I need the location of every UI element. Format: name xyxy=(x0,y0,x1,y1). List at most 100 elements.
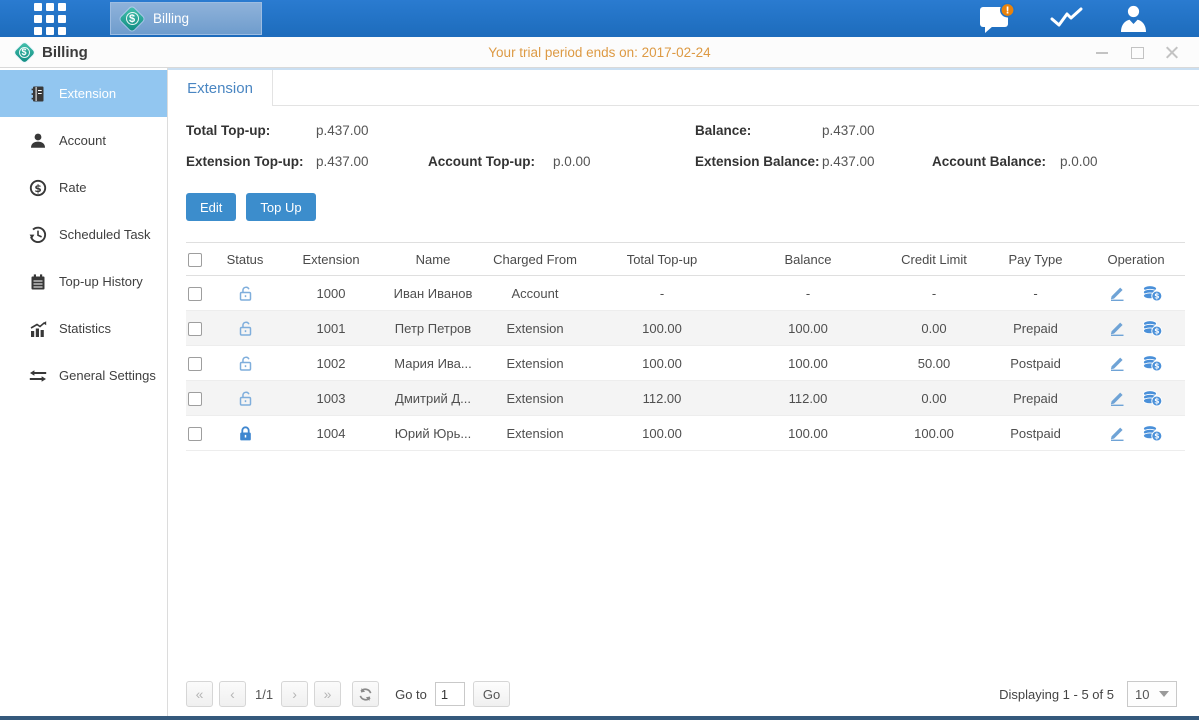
person-icon xyxy=(29,132,47,150)
cell-name: Дмитрий Д... xyxy=(388,381,478,416)
clock-history-icon xyxy=(29,226,47,244)
row-checkbox[interactable] xyxy=(188,427,202,441)
table-row: 1002Мария Ива...Extension100.00100.0050.… xyxy=(186,346,1185,381)
ledger-icon xyxy=(29,273,47,291)
billing-app-window: $ Billing ! xyxy=(0,0,1199,720)
window-titlebar: $ Billing Your trial period ends on: 201… xyxy=(0,37,1199,68)
total-topup-value: p.437.00 xyxy=(316,123,369,138)
topup-coins-icon[interactable]: $ xyxy=(1142,390,1163,407)
col-header-name: Name xyxy=(388,243,478,276)
first-page-button[interactable]: « xyxy=(186,681,213,707)
edit-icon[interactable] xyxy=(1109,355,1126,371)
cell-charged-from: Extension xyxy=(478,381,592,416)
extension-balance-label: Extension Balance: xyxy=(695,154,822,169)
status-unlocked-icon xyxy=(237,285,254,302)
tab-label: Extension xyxy=(187,80,253,97)
refresh-icon[interactable] xyxy=(352,681,379,707)
contacts-book-icon xyxy=(29,85,47,103)
topup-coins-icon[interactable]: $ xyxy=(1142,320,1163,337)
sidebar-item-label: Account xyxy=(59,133,106,148)
edit-icon[interactable] xyxy=(1109,390,1126,406)
extension-balance-value: p.437.00 xyxy=(822,154,932,169)
table-row: 1004Юрий Юрь...Extension100.00100.00100.… xyxy=(186,416,1185,451)
col-header-charged-from: Charged From xyxy=(478,243,592,276)
svg-text:$: $ xyxy=(1154,326,1159,335)
cell-total-top-up: 100.00 xyxy=(592,416,732,451)
extension-table: StatusExtensionNameCharged FromTotal Top… xyxy=(186,242,1185,451)
sidebar-item-statistics[interactable]: Statistics xyxy=(0,305,167,352)
cell-extension: 1000 xyxy=(274,276,388,311)
svg-text:$: $ xyxy=(1154,431,1159,440)
next-page-button[interactable]: › xyxy=(281,681,308,707)
pagination-bar: « ‹ 1/1 › » Go to Go xyxy=(186,680,1177,708)
edit-icon[interactable] xyxy=(1109,425,1126,441)
cell-extension: 1004 xyxy=(274,416,388,451)
page-size-value: 10 xyxy=(1135,687,1149,702)
total-topup-label: Total Top-up: xyxy=(186,123,316,138)
cell-total-top-up: 100.00 xyxy=(592,346,732,381)
sidebar-item-label: Statistics xyxy=(59,321,111,336)
cell-extension: 1001 xyxy=(274,311,388,346)
sidebar-nav: Extension Account $RateScheduled Task Top-u… xyxy=(0,68,168,716)
edit-icon[interactable] xyxy=(1109,285,1126,301)
sidebar-item-extension[interactable]: Extension xyxy=(0,70,167,117)
taskbar-tab-billing[interactable]: $ Billing xyxy=(110,2,262,35)
trial-notice: Your trial period ends on: 2017-02-24 xyxy=(0,45,1199,60)
goto-page-input[interactable] xyxy=(435,682,465,706)
sidebar-item-label: Extension xyxy=(59,86,116,101)
sidebar-item-label: Top-up History xyxy=(59,274,143,289)
sidebar-item-scheduled-task[interactable]: Scheduled Task xyxy=(0,211,167,258)
balance-label: Balance: xyxy=(695,123,822,138)
edit-icon[interactable] xyxy=(1109,320,1126,336)
sidebar-item-account[interactable]: Account xyxy=(0,117,167,164)
select-all-checkbox[interactable] xyxy=(188,253,202,267)
top-up-button[interactable]: Top Up xyxy=(246,193,315,221)
tab-bar: Extension xyxy=(168,70,1199,106)
user-icon[interactable] xyxy=(1118,4,1149,34)
row-checkbox[interactable] xyxy=(188,287,202,301)
topup-coins-icon[interactable]: $ xyxy=(1142,425,1163,442)
billing-diamond-icon: $ xyxy=(120,7,144,31)
row-checkbox[interactable] xyxy=(188,392,202,406)
app-launcher-grid-icon[interactable] xyxy=(34,3,66,35)
go-button[interactable]: Go xyxy=(473,681,510,707)
row-checkbox[interactable] xyxy=(188,357,202,371)
minimize-icon[interactable] xyxy=(1095,45,1109,59)
sliders-icon xyxy=(29,367,47,385)
system-topbar: $ Billing ! xyxy=(0,0,1199,37)
sidebar-item-rate[interactable]: $Rate xyxy=(0,164,167,211)
table-header-row: StatusExtensionNameCharged FromTotal Top… xyxy=(186,243,1185,276)
col-header-status: Status xyxy=(216,243,274,276)
prev-page-button[interactable]: ‹ xyxy=(219,681,246,707)
row-checkbox[interactable] xyxy=(188,322,202,336)
goto-label: Go to xyxy=(395,687,427,702)
cell-balance: - xyxy=(732,276,884,311)
close-icon[interactable] xyxy=(1165,45,1179,59)
cell-pay-type: Postpaid xyxy=(984,346,1087,381)
topup-coins-icon[interactable]: $ xyxy=(1142,355,1163,372)
cell-total-top-up: - xyxy=(592,276,732,311)
chart-icon[interactable] xyxy=(1050,6,1084,32)
cell-charged-from: Account xyxy=(478,276,592,311)
chevron-down-icon xyxy=(1159,691,1169,697)
tab-extension[interactable]: Extension xyxy=(168,70,273,106)
topup-coins-icon[interactable]: $ xyxy=(1142,285,1163,302)
page-size-select[interactable]: 10 xyxy=(1127,681,1177,707)
cell-name: Мария Ива... xyxy=(388,346,478,381)
col-header-pay-type: Pay Type xyxy=(984,243,1087,276)
balance-value: p.437.00 xyxy=(822,123,875,138)
table-row: 1001Петр ПетровExtension100.00100.000.00… xyxy=(186,311,1185,346)
extension-topup-label: Extension Top-up: xyxy=(186,154,316,169)
cell-balance: 112.00 xyxy=(732,381,884,416)
account-topup-label: Account Top-up: xyxy=(428,154,553,169)
billing-app-icon: $ xyxy=(14,42,34,62)
sidebar-item-top-up-history[interactable]: Top-up History xyxy=(0,258,167,305)
sidebar-item-general-settings[interactable]: General Settings xyxy=(0,352,167,399)
last-page-button[interactable]: » xyxy=(314,681,341,707)
svg-text:!: ! xyxy=(1005,5,1009,16)
main-content: Extension Total Top-up: p.437.00 Balance… xyxy=(168,68,1199,716)
cell-balance: 100.00 xyxy=(732,346,884,381)
messages-icon[interactable]: ! xyxy=(979,3,1016,34)
edit-button[interactable]: Edit xyxy=(186,193,236,221)
maximize-icon[interactable] xyxy=(1130,45,1144,59)
